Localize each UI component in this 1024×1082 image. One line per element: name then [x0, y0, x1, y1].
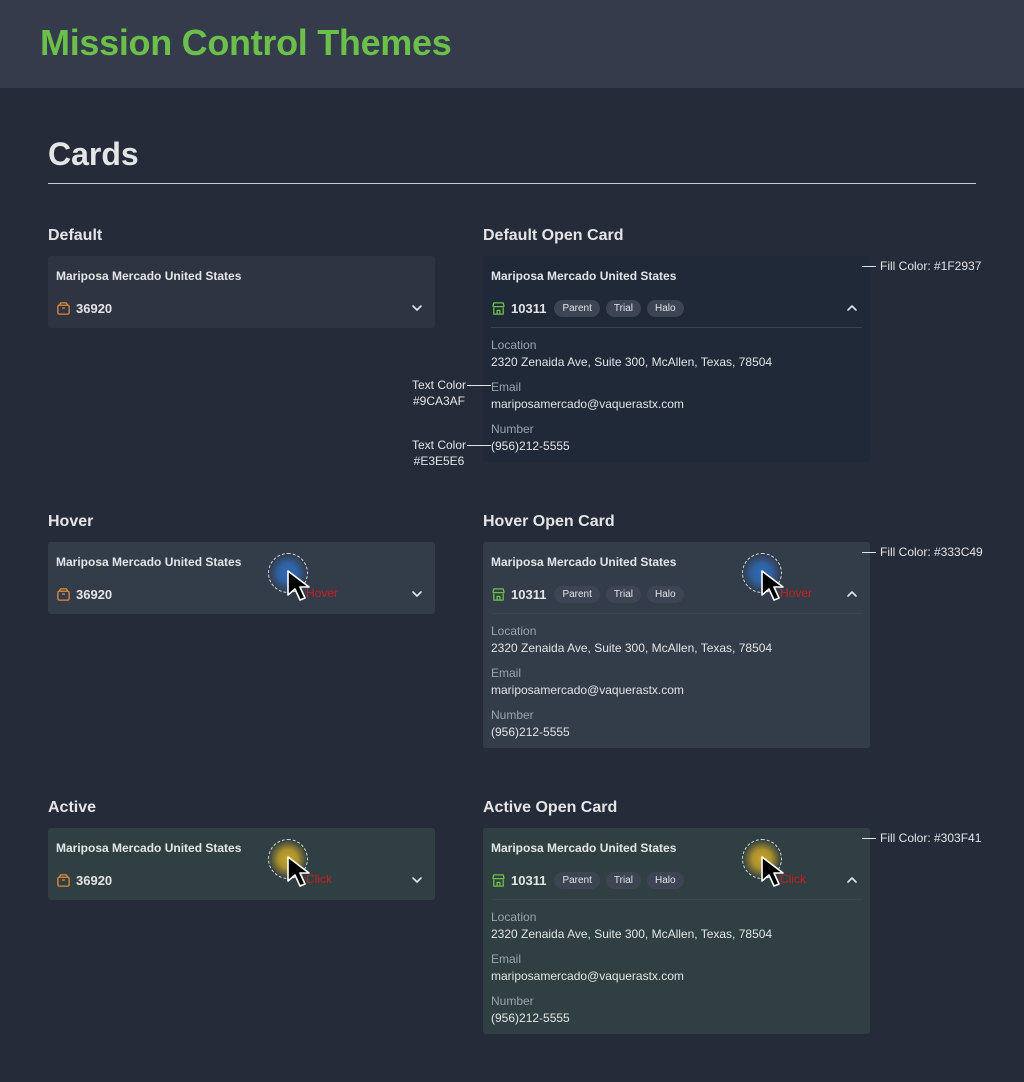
card-id-row: 10311 Parent Trial Halo: [491, 299, 690, 317]
annotation-line: [467, 445, 491, 446]
card-id: 10311: [511, 586, 547, 602]
fill-color-note-hover: Fill Color: #333C49: [862, 545, 983, 559]
card-divider: [491, 327, 862, 328]
active-card[interactable]: Mariposa Mercado United States 36920: [48, 828, 435, 900]
active-open-cursor: Click: [742, 839, 822, 899]
text-color-title: Text Color: [411, 438, 467, 452]
hover-open-cursor: Hover: [742, 553, 822, 613]
card-id-row: 36920: [56, 872, 120, 888]
section-divider: [48, 183, 976, 184]
number-value: (956)212-5555: [491, 439, 570, 453]
number-label: Number: [491, 422, 534, 436]
chevron-down-icon[interactable]: [411, 302, 423, 314]
number-value: (956)212-5555: [491, 725, 570, 739]
text-color-value: #E3E5E6: [413, 454, 465, 468]
fill-color-note-active: Fill Color: #303F41: [862, 831, 981, 845]
number-label: Number: [491, 708, 534, 722]
card-name: Mariposa Mercado United States: [56, 841, 242, 855]
card-id: 10311: [511, 872, 547, 888]
location-label: Location: [491, 338, 537, 352]
email-value: mariposamercado@vaquerastx.com: [491, 683, 684, 697]
email-value: mariposamercado@vaquerastx.com: [491, 969, 684, 983]
annotation-line: [862, 837, 876, 839]
app-header: Mission Control Themes: [0, 0, 1024, 88]
card-id-row: 10311 Parent Trial Halo: [491, 585, 690, 603]
default-open-label: Default Open Card: [483, 227, 624, 244]
section-title: Cards: [48, 136, 139, 172]
location-label: Location: [491, 624, 537, 638]
annotation-line: [862, 551, 876, 553]
location-value: 2320 Zenaida Ave, Suite 300, McAllen, Te…: [491, 355, 773, 369]
tag-parent: Parent: [554, 871, 600, 889]
card-id-row: 10311 Parent Trial Halo: [491, 871, 690, 889]
card-id: 36920: [76, 872, 113, 888]
hover-label: Hover: [48, 513, 94, 530]
card-name: Mariposa Mercado United States: [491, 555, 677, 569]
hover-card[interactable]: Mariposa Mercado United States 36920: [48, 542, 435, 614]
tag-halo: Halo: [646, 871, 684, 889]
text-color-title: Text Color: [411, 378, 467, 392]
storefront-icon: [491, 873, 506, 888]
email-label: Email: [491, 666, 522, 680]
box-icon: [56, 587, 71, 602]
chevron-down-icon[interactable]: [411, 874, 423, 886]
default-open-card[interactable]: Mariposa Mercado United States 10311 Par…: [483, 256, 870, 462]
card-divider: [491, 899, 862, 900]
annotation-line: [467, 385, 491, 386]
box-icon: [56, 873, 71, 888]
tag-trial: Trial: [605, 585, 641, 603]
text-color-note-secondary: Text Color #9CA3AF: [408, 377, 470, 409]
card-name: Mariposa Mercado United States: [56, 269, 242, 283]
card-id: 36920: [76, 300, 113, 316]
cursor-label: Click: [780, 872, 806, 886]
email-value: mariposamercado@vaquerastx.com: [491, 397, 684, 411]
text-color-value: #9CA3AF: [412, 394, 466, 408]
card-id-row: 36920: [56, 300, 120, 316]
cursor-label: Hover: [780, 586, 813, 600]
card-name: Mariposa Mercado United States: [56, 555, 242, 569]
email-label: Email: [491, 380, 522, 394]
card-divider: [491, 613, 862, 614]
active-cursor: Click: [268, 839, 348, 899]
box-icon: [56, 301, 71, 316]
app-title: Mission Control Themes: [40, 22, 452, 63]
storefront-icon: [491, 587, 506, 602]
tag-trial: Trial: [605, 299, 641, 317]
fill-color-text: Fill Color: #1F2937: [880, 259, 982, 273]
tag-parent: Parent: [554, 585, 600, 603]
storefront-icon: [491, 301, 506, 316]
hover-open-label: Hover Open Card: [483, 513, 615, 530]
card-name: Mariposa Mercado United States: [491, 269, 677, 283]
annotation-line: [862, 265, 876, 267]
tag-trial: Trial: [605, 871, 641, 889]
tag-parent: Parent: [554, 299, 600, 317]
default-card[interactable]: Mariposa Mercado United States 36920: [48, 256, 435, 328]
location-value: 2320 Zenaida Ave, Suite 300, McAllen, Te…: [491, 927, 773, 941]
active-label: Active: [48, 799, 97, 816]
default-label: Default: [48, 227, 103, 244]
card-id-row: 36920: [56, 586, 120, 602]
number-value: (956)212-5555: [491, 1011, 570, 1025]
text-color-note-primary: Text Color #E3E5E6: [408, 437, 470, 469]
email-label: Email: [491, 952, 522, 966]
chevron-up-icon[interactable]: [846, 302, 858, 314]
fill-color-text: Fill Color: #303F41: [880, 831, 982, 845]
card-id: 10311: [511, 300, 547, 316]
hover-cursor: Hover: [268, 553, 348, 613]
cursor-label: Click: [306, 872, 332, 886]
location-value: 2320 Zenaida Ave, Suite 300, McAllen, Te…: [491, 641, 773, 655]
card-id: 36920: [76, 586, 113, 602]
chevron-down-icon[interactable]: [411, 588, 423, 600]
tag-halo: Halo: [646, 585, 684, 603]
cursor-label: Hover: [306, 586, 339, 600]
location-label: Location: [491, 910, 537, 924]
number-label: Number: [491, 994, 534, 1008]
fill-color-text: Fill Color: #333C49: [880, 545, 983, 559]
fill-color-note-default: Fill Color: #1F2937: [862, 259, 981, 273]
card-name: Mariposa Mercado United States: [491, 841, 677, 855]
active-open-label: Active Open Card: [483, 799, 618, 816]
chevron-up-icon[interactable]: [846, 588, 858, 600]
tag-halo: Halo: [646, 299, 684, 317]
chevron-up-icon[interactable]: [846, 874, 858, 886]
